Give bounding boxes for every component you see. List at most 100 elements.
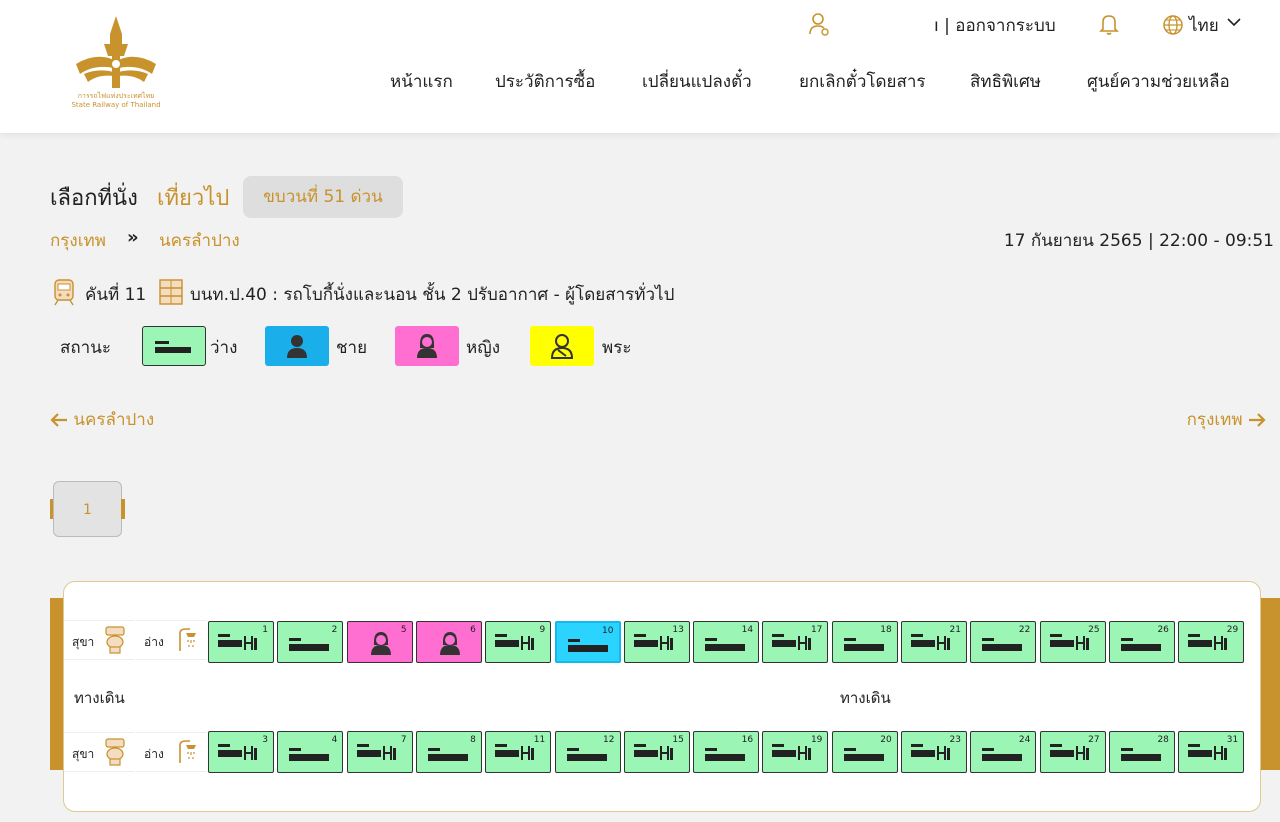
upper-berth-icon (289, 748, 330, 761)
female-passenger-icon (439, 632, 460, 655)
seat-number: 12 (603, 735, 615, 745)
upper-berth-icon (843, 748, 884, 761)
seat-number: 27 (1088, 735, 1100, 745)
coach-description: บนท.ป.40 : รถโบกี้นั่งและนอน ชั้น 2 ปรับ… (190, 285, 675, 305)
female-passenger-icon (417, 334, 437, 358)
seat-number: 29 (1226, 625, 1239, 635)
seat-number: 15 (672, 735, 684, 745)
upper-berth-icon (427, 748, 468, 761)
seat-number: 20 (880, 735, 892, 745)
upper-berth-icon (843, 638, 884, 651)
seat-number: 31 (1226, 735, 1239, 745)
route-origin: กรุงเทพ (50, 231, 106, 251)
nav-cancel-ticket[interactable]: ยกเลิกตั๋วโดยสาร (799, 68, 926, 95)
nav-privileges[interactable]: สิทธิพิเศษ (970, 68, 1041, 95)
aisle-label-left: ทางเดิน (74, 689, 125, 707)
bell-icon[interactable] (1099, 13, 1119, 35)
seat-8[interactable]: 8 (415, 731, 482, 773)
nav-purchase-history[interactable]: ประวัติการซื้อ (495, 68, 595, 95)
seat-10[interactable]: 10 (554, 621, 621, 663)
seat-5[interactable]: 5 (346, 621, 413, 663)
toilet-bottom: สุขา (64, 732, 134, 772)
seat-29[interactable]: 29 (1178, 621, 1245, 663)
car-number: คันที่ 11 (85, 285, 147, 305)
lower-berth-icon (633, 634, 673, 650)
seat-28[interactable]: 28 (1108, 731, 1175, 773)
lower-berth-icon (1188, 634, 1228, 650)
arrow-right-icon (1249, 413, 1266, 427)
nav-home[interactable]: หน้าแรก (390, 68, 453, 95)
seat-13[interactable]: 13 (623, 621, 690, 663)
seat-7[interactable]: 7 (346, 731, 413, 773)
arrow-left-icon (50, 413, 67, 427)
seat-27[interactable]: 27 (1039, 731, 1106, 773)
lower-berth-icon (356, 744, 396, 760)
aisle-label-center: ทางเดิน (840, 689, 891, 707)
seat-number: 17 (810, 625, 823, 635)
legend-female-label: หญิง (466, 338, 500, 358)
berth-upper-icon (155, 341, 191, 353)
upper-berth-icon (289, 638, 330, 651)
seat-26[interactable]: 26 (1108, 621, 1175, 663)
sink-label: อ่าง (144, 635, 164, 649)
seat-14[interactable]: 14 (693, 621, 760, 663)
seat-24[interactable]: 24 (970, 731, 1037, 773)
seat-17[interactable]: 17 (762, 621, 829, 663)
seat-1[interactable]: 1 (208, 621, 274, 663)
seat-20[interactable]: 20 (831, 731, 898, 773)
chevron-down-icon[interactable] (1226, 16, 1242, 28)
upper-berth-icon (566, 748, 607, 761)
seat-3[interactable]: 3 (208, 731, 274, 773)
seat-21[interactable]: 21 (901, 621, 967, 663)
seat-number: 16 (741, 735, 754, 745)
seat-22[interactable]: 22 (970, 621, 1037, 663)
upper-berth-icon (567, 639, 608, 652)
legend-male-label: ชาย (336, 338, 368, 358)
nav-help-center[interactable]: ศูนย์ความช่วยเหลือ (1087, 68, 1230, 95)
lower-berth-icon (633, 744, 673, 760)
lower-berth-icon (772, 634, 812, 650)
seat-15[interactable]: 15 (623, 731, 690, 773)
upper-berth-icon (1120, 638, 1161, 651)
seat-2[interactable]: 2 (277, 621, 344, 663)
seat-18[interactable]: 18 (831, 621, 898, 663)
seat-6[interactable]: 6 (415, 621, 482, 663)
toilet-label: สุขา (72, 635, 95, 649)
seat-9[interactable]: 9 (485, 621, 552, 663)
page-tab-edge (121, 499, 125, 519)
seat-23[interactable]: 23 (901, 731, 967, 773)
logout-link[interactable]: ı | ออกจากระบบ (934, 12, 1056, 39)
seat-number: 3 (262, 735, 268, 745)
nav-change-ticket[interactable]: เปลี่ยนแปลงตั๋ว (642, 68, 752, 95)
seat-number: 21 (949, 625, 961, 635)
user-icon[interactable] (808, 12, 830, 36)
seat-number: 1 (262, 625, 268, 635)
train-badge: ขบวนที่ 51 ด่วน (243, 176, 403, 218)
language-select[interactable]: ไทย (1189, 12, 1219, 39)
page-title: เลือกที่นั่ง (50, 186, 138, 211)
seat-12[interactable]: 12 (554, 731, 621, 773)
seat-4[interactable]: 4 (277, 731, 344, 773)
toilet-icon (105, 738, 125, 766)
seat-number: 25 (1088, 625, 1100, 635)
direction-left: นครลำปาง (50, 406, 154, 433)
seat-16[interactable]: 16 (693, 731, 760, 773)
legend-monk-swatch (530, 326, 594, 366)
seat-number: 8 (470, 735, 476, 745)
seat-number: 22 (1018, 625, 1031, 635)
seat-25[interactable]: 25 (1039, 621, 1106, 663)
seat-19[interactable]: 19 (762, 731, 829, 773)
coach-page-button[interactable]: 1 (53, 481, 122, 537)
site-header: การรถไฟแห่งประเทศไทย State Railway of Th… (0, 0, 1280, 133)
seat-11[interactable]: 11 (485, 731, 552, 773)
seat-31[interactable]: 31 (1178, 731, 1245, 773)
globe-icon[interactable] (1162, 14, 1184, 36)
seat-number: 7 (400, 735, 407, 745)
seat-number: 4 (331, 735, 338, 745)
seat-number: 6 (470, 625, 476, 635)
seat-number: 2 (331, 625, 338, 635)
seat-number: 10 (602, 626, 614, 636)
direction-left-label: นครลำปาง (73, 410, 155, 430)
seat-number: 26 (1157, 625, 1169, 635)
seat-number: 19 (810, 735, 823, 745)
